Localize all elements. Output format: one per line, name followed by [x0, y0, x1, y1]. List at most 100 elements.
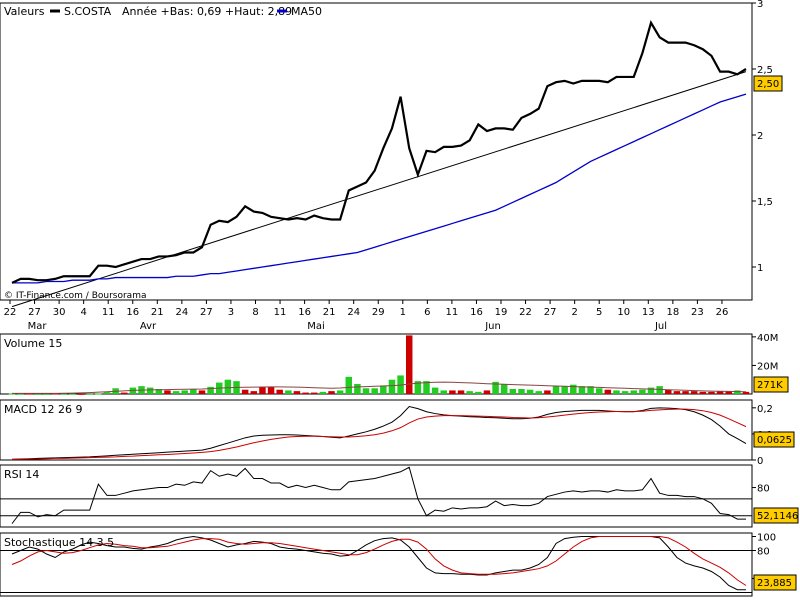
volume-bar — [276, 389, 283, 394]
volume-bar — [526, 389, 534, 394]
stoch-ytick-label: 100 — [757, 533, 776, 544]
volume-bar — [431, 387, 439, 394]
volume-bar — [198, 390, 206, 394]
volume-bar — [207, 386, 214, 394]
x-month-label: Jul — [654, 321, 667, 332]
stochastic-last-value-badge: 23,885 — [753, 574, 797, 591]
volume-bar — [43, 393, 50, 395]
chart-credit: © IT-Finance.com / Boursorama — [4, 291, 146, 301]
volume-bar — [224, 379, 232, 394]
volume-bar — [310, 392, 318, 394]
x-day-label: 11 — [446, 307, 459, 318]
price-ytick-label: 3 — [757, 0, 763, 10]
volume-bar — [250, 391, 258, 394]
stoch-ytick-label: 80 — [757, 547, 770, 558]
x-day-label: 2 — [571, 307, 577, 318]
rsi-ytick-label: 80 — [757, 484, 770, 495]
volume-bar — [509, 389, 517, 394]
volume-bar — [34, 393, 42, 395]
x-month-label: Mar — [28, 321, 48, 332]
x-day-label: 18 — [666, 307, 679, 318]
volume-bar — [647, 387, 655, 394]
volume-panel-title: Volume 15 — [4, 337, 62, 350]
volume-bar — [362, 388, 370, 394]
volume-bar — [405, 335, 413, 394]
volume-bar — [103, 392, 111, 394]
macd-ytick-label: 0,2 — [757, 404, 773, 415]
volume-bar — [388, 379, 396, 394]
volume-bar — [708, 391, 715, 394]
price-ytick-label: 1 — [757, 263, 763, 274]
volume-bar — [86, 393, 93, 395]
x-day-label: 16 — [470, 307, 483, 318]
volume-bar — [293, 391, 301, 394]
stochastic-last-value: 23,885 — [757, 578, 792, 589]
volume-bar — [181, 390, 188, 394]
x-month-label: Mai — [307, 321, 325, 332]
volume-bar — [449, 390, 456, 394]
volume-bar — [621, 391, 629, 394]
volume-bar — [561, 386, 568, 394]
macd-panel-title: MACD 12 26 9 — [4, 403, 82, 416]
volume-bar — [613, 390, 620, 394]
vol-ytick-label: 40M — [757, 333, 778, 344]
volume-bar — [699, 391, 707, 394]
yearly-range-text: Année +Bas: 0,69 +Haut: 2,89 — [122, 5, 292, 18]
volume-bar — [146, 387, 154, 394]
volume-bar — [285, 390, 292, 394]
volume-bar — [673, 391, 681, 394]
volume-bar — [259, 386, 266, 394]
macd-last-value-badge: 0,0625 — [753, 431, 795, 448]
x-day-label: 29 — [372, 307, 385, 318]
volume-bar — [302, 392, 309, 394]
x-day-label: 16 — [298, 307, 311, 318]
volume-bar — [544, 390, 551, 394]
volume-bar — [475, 391, 482, 394]
x-day-label: 24 — [175, 307, 188, 318]
volume-bar — [682, 391, 689, 394]
volume-bar — [742, 391, 750, 394]
volume-bar — [595, 388, 603, 394]
x-month-label: Jun — [484, 321, 501, 332]
x-day-label: 3 — [228, 307, 234, 318]
rsi-last-value: 52,1146 — [757, 511, 798, 522]
volume-bar — [77, 393, 85, 395]
volume-bar — [345, 376, 353, 394]
x-day-label: 11 — [274, 307, 287, 318]
x-day-label: 21 — [323, 307, 336, 318]
x-day-label: 1 — [400, 307, 406, 318]
volume-bar — [665, 389, 672, 394]
stock-chart: 1 1,5 2 2,5 3 Valeurs S.COSTA Année +Bas: 0,… — [0, 0, 800, 600]
stochastic-panel-title: Stochastique 14 3 5 — [4, 536, 114, 549]
x-day-label: 10 — [617, 307, 630, 318]
volume-bar — [95, 393, 102, 395]
price-ytick-label: 1,5 — [757, 197, 773, 208]
x-day-label: 26 — [716, 307, 729, 318]
volume-bar — [380, 385, 387, 394]
vol-ytick-label: 20M — [757, 361, 778, 372]
x-day-label: 19 — [495, 307, 508, 318]
legend-label-ma50: MA50 — [291, 5, 322, 18]
volume-bar — [354, 384, 361, 394]
volume-bar — [69, 393, 76, 395]
x-day-label: 16 — [126, 307, 139, 318]
volume-bar — [639, 389, 646, 394]
macd-last-value: 0,0625 — [757, 435, 792, 446]
volume-bar — [371, 388, 378, 394]
price-ytick-label: 2,5 — [757, 65, 773, 76]
x-day-label: 27 — [28, 307, 41, 318]
volume-bar — [656, 386, 663, 394]
x-day-label: 6 — [424, 307, 430, 318]
volume-bar — [336, 390, 344, 394]
price-last-value-badge: 2,50 — [753, 75, 783, 92]
volume-bar — [690, 391, 698, 394]
volume-bar — [328, 391, 335, 394]
volume-bar — [440, 390, 448, 394]
x-day-label: 5 — [596, 307, 602, 318]
price-ytick-label: 2 — [757, 131, 763, 142]
volume-bar — [319, 391, 327, 394]
volume-bar — [552, 386, 560, 394]
x-day-label: 27 — [200, 307, 213, 318]
x-day-label: 23 — [691, 307, 704, 318]
volume-bar — [172, 391, 180, 394]
